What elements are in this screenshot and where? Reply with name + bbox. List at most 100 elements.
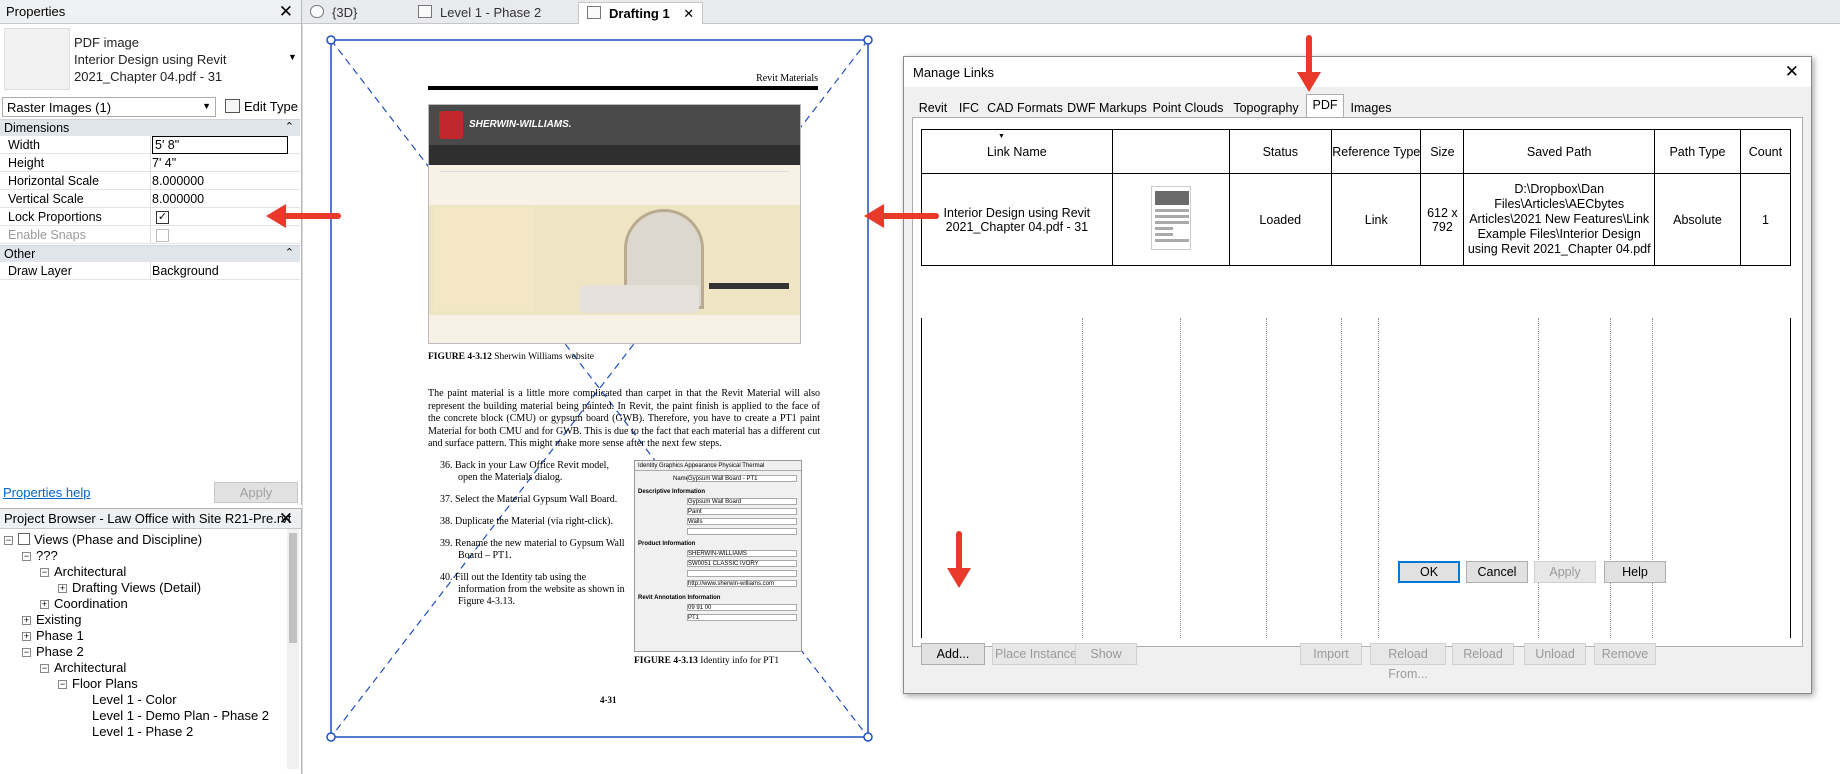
col-reference-type[interactable]: Reference Type xyxy=(1331,129,1422,174)
cell-saved-path[interactable]: D:\Dropbox\Dan Files\Articles\AECbytes A… xyxy=(1463,173,1656,266)
type-selector[interactable]: PDF image Interior Design using Revit 20… xyxy=(74,34,226,85)
horizontal-scale-value[interactable]: 8.000000 xyxy=(152,174,204,188)
grip-handle xyxy=(326,35,336,45)
close-icon[interactable]: ✕ xyxy=(279,509,293,529)
prop-row-enable-snaps: Enable Snaps xyxy=(0,226,300,244)
add-button[interactable]: Add... xyxy=(921,643,985,665)
remove-button[interactable]: Remove xyxy=(1594,643,1656,665)
views-icon xyxy=(18,533,30,545)
materials-dialog-image: Identity Graphics Appearance Physical Th… xyxy=(634,460,802,652)
collapse-icon[interactable]: ⌃ xyxy=(285,246,294,259)
col-path-type[interactable]: Path Type xyxy=(1654,129,1741,174)
tab-point-clouds[interactable]: Point Clouds xyxy=(1150,97,1226,117)
prop-row-draw-layer[interactable]: Draw Layer Background xyxy=(0,262,300,280)
browser-title-bar: Project Browser - Law Office with Site R… xyxy=(0,509,301,529)
edit-type-button[interactable]: Edit Type xyxy=(222,97,302,117)
reload-button[interactable]: Reload xyxy=(1452,643,1514,665)
group-other[interactable]: Other ⌃ xyxy=(0,245,300,262)
group-other-label: Other xyxy=(4,247,36,261)
prop-row-horizontal-scale[interactable]: Horizontal Scale 8.000000 xyxy=(0,172,300,190)
step-item: 38. Duplicate the Material (via right-cl… xyxy=(440,516,613,527)
links-table: ▼ Link Name Status Reference Type Size Sa… xyxy=(921,129,1792,266)
prop-row-lock-proportions[interactable]: Lock Proportions ✓ xyxy=(0,208,300,226)
unload-button[interactable]: Unload xyxy=(1524,643,1586,665)
properties-apply-button[interactable]: Apply xyxy=(214,482,298,503)
tab-cad-formats[interactable]: CAD Formats xyxy=(986,97,1064,117)
cell-reference-type[interactable]: Link xyxy=(1331,173,1422,266)
properties-help-link[interactable]: Properties help xyxy=(3,485,90,500)
prop-row-height[interactable]: Height 7' 4" xyxy=(0,154,300,172)
prop-label: Horizontal Scale xyxy=(8,174,100,188)
close-icon[interactable]: ✕ xyxy=(1785,62,1799,82)
close-icon[interactable]: ✕ xyxy=(683,6,694,21)
dialog-title-bar: Manage Links ✕ xyxy=(904,57,1811,87)
tab-revit[interactable]: Revit xyxy=(914,97,952,117)
col-count[interactable]: Count xyxy=(1739,129,1792,174)
tab-ifc[interactable]: IFC xyxy=(954,97,984,117)
collapse-icon[interactable]: ⌃ xyxy=(285,120,294,133)
instance-filter-row: Raster Images (1) ▼ Edit Type xyxy=(0,96,302,118)
grip-handle xyxy=(863,35,873,45)
drafting-view-icon xyxy=(587,6,601,19)
dialog-apply-button[interactable]: Apply xyxy=(1534,561,1596,583)
cell-preview xyxy=(1111,173,1230,266)
close-icon[interactable]: ✕ xyxy=(279,2,293,22)
prop-row-width[interactable]: Width 5' 8" xyxy=(0,136,300,154)
draw-layer-value[interactable]: Background xyxy=(152,264,219,278)
width-field[interactable]: 5' 8" xyxy=(152,136,288,154)
tab-level-1-phase-2[interactable]: Level 1 - Phase 2 xyxy=(410,2,549,24)
tab-3d[interactable]: {3D} xyxy=(302,2,365,24)
col-saved-path[interactable]: Saved Path xyxy=(1463,129,1656,174)
instance-filter-value: Raster Images (1) xyxy=(7,100,112,115)
ok-button[interactable]: OK xyxy=(1398,561,1460,583)
step-item: 37. Select the Material Gypsum Wall Boar… xyxy=(440,494,618,505)
tab-images[interactable]: Images xyxy=(1346,97,1396,117)
col-size[interactable]: Size xyxy=(1420,129,1465,174)
properties-title: Properties xyxy=(6,4,66,19)
instance-filter-dropdown[interactable]: Raster Images (1) ▼ xyxy=(2,97,216,117)
vertical-scale-value[interactable]: 8.000000 xyxy=(152,192,204,206)
prop-label: Lock Proportions xyxy=(8,210,102,224)
scrollbar-thumb[interactable] xyxy=(289,533,297,643)
col-link-name[interactable]: ▼ Link Name xyxy=(921,129,1113,174)
cell-size[interactable]: 612 x 792 xyxy=(1420,173,1465,266)
col-preview[interactable] xyxy=(1111,129,1230,174)
place-instance-button[interactable]: Place Instance xyxy=(992,643,1080,665)
type-name-line1: PDF image xyxy=(74,35,140,50)
lock-proportions-checkbox[interactable]: ✓ xyxy=(156,211,169,224)
tree-item[interactable]: Level 1 - Phase 2 xyxy=(92,724,193,742)
edit-type-icon xyxy=(225,99,240,113)
height-value[interactable]: 7' 4" xyxy=(152,156,176,170)
col-status[interactable]: Status xyxy=(1228,129,1333,174)
show-button[interactable]: Show xyxy=(1075,643,1137,665)
tab-topography[interactable]: Topography xyxy=(1228,97,1304,117)
cell-status[interactable]: Loaded xyxy=(1228,173,1333,266)
tab-dwf-markups[interactable]: DWF Markups xyxy=(1066,97,1148,117)
table-empty-area[interactable] xyxy=(921,318,1791,638)
step-item: 36. Back in your Law Office Revit model,… xyxy=(440,460,609,483)
header-rule xyxy=(428,86,818,90)
dropdown-arrow-icon[interactable]: ▼ xyxy=(288,52,297,62)
cell-count[interactable]: 1 xyxy=(1739,173,1792,266)
view-tabs: {3D} Level 1 - Phase 2 Drafting 1 ✕ xyxy=(302,0,1840,24)
chevron-down-icon: ▼ xyxy=(202,101,211,111)
project-browser: Project Browser - Law Office with Site R… xyxy=(0,508,302,774)
step-item: 39. Rename the new material to Gypsum Wa… xyxy=(440,538,625,561)
body-paragraph: The paint material is a little more comp… xyxy=(428,388,820,449)
tab-drafting-1[interactable]: Drafting 1 ✕ xyxy=(578,2,704,24)
reload-from-button[interactable]: Reload From... xyxy=(1370,643,1446,681)
group-dimensions[interactable]: Dimensions ⌃ xyxy=(0,119,300,136)
steps-list: 36. Back in your Law Office Revit model,… xyxy=(440,460,626,618)
cell-path-type[interactable]: Absolute xyxy=(1654,173,1741,266)
sherwin-williams-website-image: SHERWIN-WILLIAMS. xyxy=(428,104,801,344)
import-button[interactable]: Import xyxy=(1300,643,1362,665)
prop-row-vertical-scale[interactable]: Vertical Scale 8.000000 xyxy=(0,190,300,208)
browser-scrollbar[interactable] xyxy=(287,529,299,769)
table-row[interactable]: Interior Design using Revit 2021_Chapter… xyxy=(921,173,1792,266)
cancel-button[interactable]: Cancel xyxy=(1466,561,1528,583)
help-button[interactable]: Help xyxy=(1604,561,1666,583)
pdf-thumbnail xyxy=(1150,186,1191,250)
figure-caption-2: FIGURE 4-3.13 Identity info for PT1 xyxy=(634,656,780,666)
cell-link-name[interactable]: Interior Design using Revit 2021_Chapter… xyxy=(921,173,1113,266)
tab-pdf[interactable]: PDF xyxy=(1306,94,1344,117)
